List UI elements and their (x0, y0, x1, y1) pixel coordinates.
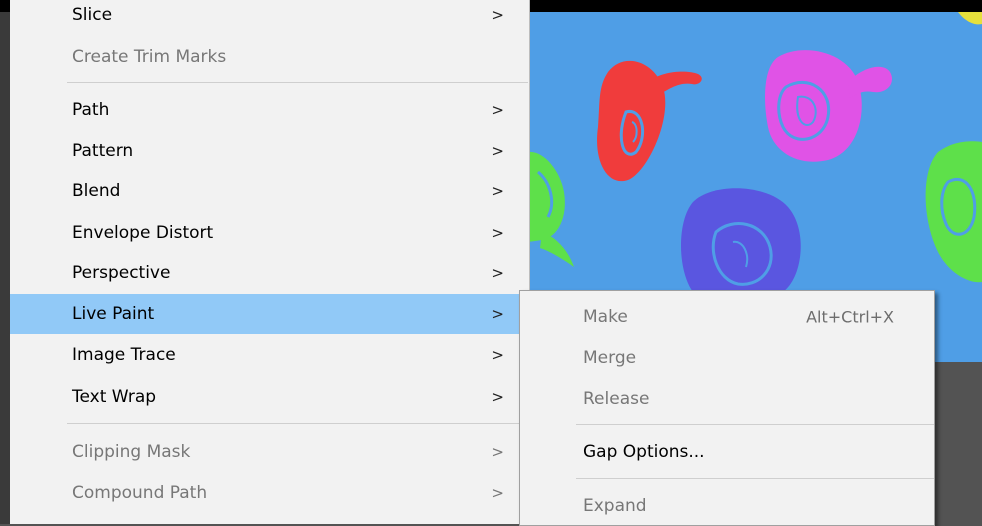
menu-item-blend[interactable]: Blend > (10, 171, 529, 211)
menu-item-pattern[interactable]: Pattern > (10, 131, 529, 171)
menu-item-label: Envelope Distort (72, 223, 214, 243)
menu-item-label: Perspective (72, 263, 171, 283)
menu-separator (576, 478, 934, 479)
workspace-edge (0, 12, 10, 524)
menu-item-label: Create Trim Marks (72, 47, 227, 67)
yellow-pepper-shape (958, 12, 982, 25)
chevron-right-icon: > (491, 346, 504, 364)
menu-item-label: Clipping Mask (72, 442, 191, 462)
menu-item-label: Path (72, 100, 110, 120)
menu-item-create-trim-marks[interactable]: Create Trim Marks (10, 37, 529, 77)
keyboard-shortcut: Alt+Ctrl+X (806, 307, 894, 327)
menu-item-label: Make (583, 307, 628, 327)
menu-item-compound-path[interactable]: Compound Path > (10, 473, 529, 513)
menu-separator (576, 424, 934, 425)
menu-item-path[interactable]: Path > (10, 90, 529, 130)
menu-item-clipping-mask[interactable]: Clipping Mask > (10, 432, 529, 472)
magenta-pepper-shape (765, 50, 893, 162)
chevron-right-icon: > (491, 264, 504, 282)
chevron-right-icon: > (491, 142, 504, 160)
menu-item-image-trace[interactable]: Image Trace > (10, 335, 529, 375)
menu-item-perspective[interactable]: Perspective > (10, 253, 529, 293)
menu-item-label: Blend (72, 181, 121, 201)
menu-item-label: Release (583, 389, 650, 409)
chevron-right-icon: > (491, 305, 504, 323)
submenu-item-release[interactable]: Release (520, 379, 934, 419)
menu-item-label: Compound Path (72, 483, 208, 503)
menu-item-live-paint[interactable]: Live Paint > (10, 294, 529, 334)
menu-item-label: Merge (583, 348, 637, 368)
green-pepper-left-shape (528, 151, 574, 267)
submenu-item-expand[interactable]: Expand (520, 486, 934, 526)
menu-item-label: Gap Options... (583, 442, 705, 462)
red-pepper-shape (597, 60, 702, 182)
live-paint-submenu: Make Alt+Ctrl+X Merge Release Gap Option… (519, 290, 935, 526)
green-pepper-shape (925, 141, 982, 283)
chevron-right-icon: > (491, 388, 504, 406)
menu-item-label: Pattern (72, 141, 134, 161)
menu-item-label: Image Trace (72, 345, 176, 365)
object-menu: Slice > Create Trim Marks Path > Pattern… (10, 0, 530, 524)
chevron-right-icon: > (491, 182, 504, 200)
submenu-item-gap-options[interactable]: Gap Options... (520, 432, 934, 472)
menu-item-label: Live Paint (72, 304, 155, 324)
blue-pepper-shape (680, 188, 801, 292)
menu-item-label: Text Wrap (72, 387, 157, 407)
submenu-item-make[interactable]: Make Alt+Ctrl+X (520, 297, 934, 337)
chevron-right-icon: > (491, 101, 504, 119)
chevron-right-icon: > (491, 6, 504, 24)
menu-item-slice[interactable]: Slice > (10, 0, 529, 35)
menu-item-label: Expand (583, 496, 647, 516)
chevron-right-icon: > (491, 224, 504, 242)
menu-item-label: Slice (72, 5, 113, 25)
menu-item-text-wrap[interactable]: Text Wrap > (10, 377, 529, 417)
submenu-item-merge[interactable]: Merge (520, 338, 934, 378)
menu-separator (67, 423, 528, 424)
menu-separator (67, 82, 528, 83)
chevron-right-icon: > (491, 443, 504, 461)
menu-item-envelope-distort[interactable]: Envelope Distort > (10, 213, 529, 253)
chevron-right-icon: > (491, 484, 504, 502)
